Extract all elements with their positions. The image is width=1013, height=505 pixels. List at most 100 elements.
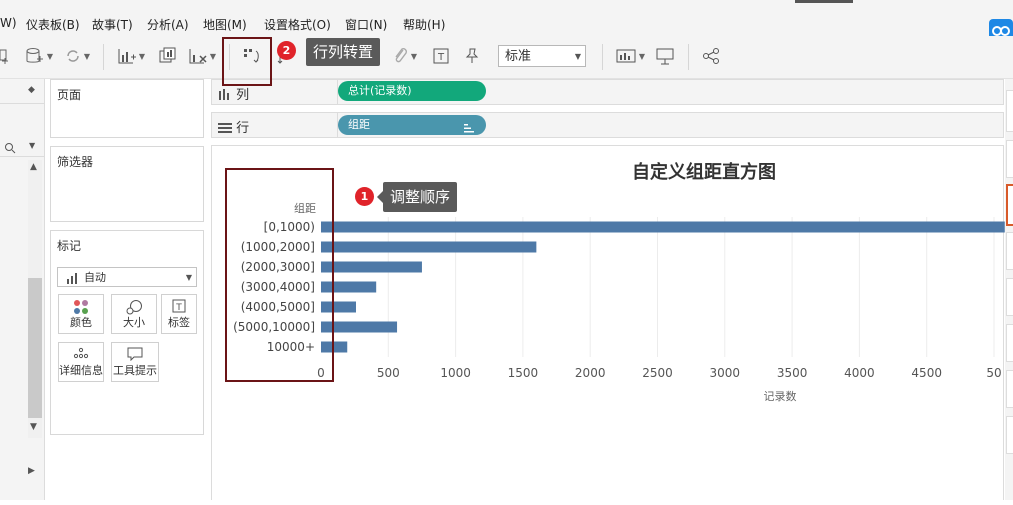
bar-chart-icon bbox=[66, 271, 80, 290]
reorder-tooltip: 调整顺序 bbox=[383, 182, 458, 212]
filters-card[interactable]: 筛选器 bbox=[50, 146, 204, 222]
columns-shelf-text: 列 bbox=[236, 88, 250, 103]
sort-indicator-icon bbox=[464, 120, 474, 140]
columns-pill[interactable]: 总计(记录数) bbox=[338, 81, 486, 101]
color-button[interactable]: 颜色 bbox=[58, 294, 104, 334]
share-icon[interactable] bbox=[700, 45, 722, 67]
size-button[interactable]: 大小 bbox=[111, 294, 157, 334]
show-mark-labels-icon[interactable]: T bbox=[430, 45, 452, 67]
pane-divider bbox=[0, 103, 44, 104]
show-me-chip-1[interactable] bbox=[1006, 90, 1013, 132]
menu-item-story[interactable]: 故事(T) bbox=[92, 16, 133, 33]
columns-shelf-label: 列 bbox=[218, 84, 249, 103]
step-badge-1: 1 bbox=[355, 187, 374, 206]
bottom-scroll-icon[interactable]: ▶ bbox=[28, 466, 35, 476]
pages-card[interactable]: 页面 bbox=[50, 79, 204, 138]
svg-text:T: T bbox=[175, 303, 182, 313]
tooltip-button-label: 工具提示 bbox=[113, 364, 157, 377]
rows-shelf[interactable]: 行 bbox=[211, 112, 1004, 138]
x-tick-label: 1000 bbox=[440, 366, 471, 380]
mark-type-value: 自动 bbox=[84, 271, 106, 284]
menu-item-worksheet[interactable]: W) bbox=[0, 16, 17, 30]
bar bbox=[321, 261, 422, 273]
label-button-label: 标签 bbox=[168, 316, 190, 329]
x-tick-label: 500 bbox=[377, 366, 400, 380]
rows-pill[interactable]: 组距 bbox=[338, 115, 486, 135]
swap-tooltip: 行列转置 bbox=[306, 38, 381, 66]
columns-shelf[interactable]: 列 bbox=[211, 79, 1004, 105]
show-me-chip-5[interactable] bbox=[1006, 324, 1013, 362]
menu-item-help[interactable]: 帮助(H) bbox=[403, 16, 445, 33]
menu-item-map[interactable]: 地图(M) bbox=[203, 16, 247, 33]
filter-dropdown-icon[interactable]: ▼ bbox=[29, 141, 35, 150]
fit-select-value: 标准 bbox=[505, 49, 532, 64]
swap-highlight-box bbox=[222, 37, 272, 86]
columns-pill-text: 总计(记录数) bbox=[348, 84, 412, 97]
x-tick-label: 4000 bbox=[844, 366, 875, 380]
color-dots-icon bbox=[59, 299, 103, 315]
show-me-chip-7[interactable] bbox=[1006, 416, 1013, 454]
window-control-strip bbox=[795, 0, 853, 3]
collapse-pane-icon[interactable]: ◆ bbox=[28, 85, 35, 95]
show-me-chip-3[interactable] bbox=[1006, 232, 1013, 270]
search-divider bbox=[0, 156, 44, 157]
add-datasource-icon[interactable]: ▼ bbox=[22, 45, 56, 67]
color-button-label: 颜色 bbox=[70, 316, 92, 329]
svg-text:T: T bbox=[437, 52, 445, 63]
x-tick-label: 3500 bbox=[777, 366, 808, 380]
menu-bar: W) 仪表板(B) 故事(T) 分析(A) 地图(M) 设置格式(O) 窗口(N… bbox=[0, 0, 1013, 43]
detail-button[interactable]: 详细信息 bbox=[58, 342, 104, 382]
show-me-chip-selected[interactable] bbox=[1006, 184, 1013, 226]
menu-item-window[interactable]: 窗口(N) bbox=[345, 16, 387, 33]
step-badge-2: 2 bbox=[277, 41, 296, 60]
clear-sheet-icon[interactable]: ▼ bbox=[185, 45, 219, 67]
rows-shelf-label: 行 bbox=[218, 117, 249, 136]
scroll-down-icon[interactable]: ▼ bbox=[30, 422, 37, 432]
show-me-chip-2[interactable] bbox=[1006, 140, 1013, 178]
marks-card-title: 标记 bbox=[57, 239, 82, 253]
detail-button-label: 详细信息 bbox=[59, 364, 103, 377]
filters-card-title: 筛选器 bbox=[57, 155, 94, 169]
chevron-down-icon: ▼ bbox=[574, 52, 581, 61]
chevron-down-icon: ▼ bbox=[185, 273, 192, 282]
refresh-icon[interactable]: ▼ bbox=[60, 45, 94, 67]
new-worksheet-icon[interactable] bbox=[0, 45, 10, 67]
size-circles-icon bbox=[112, 299, 156, 315]
detail-dots-icon bbox=[59, 347, 103, 359]
size-button-label: 大小 bbox=[123, 316, 145, 329]
menu-item-format[interactable]: 设置格式(O) bbox=[264, 16, 331, 33]
bar bbox=[321, 221, 1005, 233]
text-label-icon: T bbox=[162, 299, 196, 313]
presentation-mode-icon[interactable] bbox=[654, 45, 676, 67]
fit-select[interactable]: 标准 ▼ bbox=[498, 45, 586, 67]
mark-type-select[interactable]: 自动 ▼ bbox=[57, 267, 197, 287]
menu-item-dashboard[interactable]: 仪表板(B) bbox=[26, 16, 80, 33]
x-tick-label: 2500 bbox=[642, 366, 673, 380]
columns-icon bbox=[219, 89, 229, 100]
x-tick-label: 3000 bbox=[710, 366, 741, 380]
menu-item-analysis[interactable]: 分析(A) bbox=[147, 16, 189, 33]
x-axis-label: 记录数 bbox=[764, 390, 797, 403]
group-members-icon[interactable]: ▼ bbox=[388, 45, 422, 67]
x-tick-label: 50 bbox=[986, 366, 1001, 380]
duplicate-sheet-icon[interactable] bbox=[157, 45, 179, 67]
bar bbox=[321, 241, 537, 253]
x-tick-label: 2000 bbox=[575, 366, 606, 380]
show-me-icon[interactable]: ▼ bbox=[612, 45, 648, 67]
scrollbar-thumb[interactable] bbox=[28, 278, 42, 418]
new-chart-icon[interactable]: ▼ bbox=[114, 45, 148, 67]
show-me-chip-4[interactable] bbox=[1006, 278, 1013, 316]
marks-card: 标记 自动 ▼ 颜色 大小 T 标签 详细信息 工具提示 bbox=[50, 230, 204, 435]
label-button[interactable]: T 标签 bbox=[161, 294, 197, 334]
fix-axes-pin-icon[interactable] bbox=[462, 45, 482, 67]
rows-icon bbox=[218, 123, 232, 133]
tooltip-button[interactable]: 工具提示 bbox=[111, 342, 159, 382]
x-tick-label: 1500 bbox=[508, 366, 539, 380]
scroll-up-icon[interactable]: ▲ bbox=[30, 162, 37, 172]
x-tick-label: 4500 bbox=[911, 366, 942, 380]
chart-title: 自定义组距直方图 bbox=[632, 161, 776, 183]
tooltip-bubble-icon bbox=[112, 347, 158, 361]
rows-pill-text: 组距 bbox=[348, 118, 370, 131]
pages-card-title: 页面 bbox=[57, 88, 82, 102]
show-me-chip-6[interactable] bbox=[1006, 370, 1013, 408]
